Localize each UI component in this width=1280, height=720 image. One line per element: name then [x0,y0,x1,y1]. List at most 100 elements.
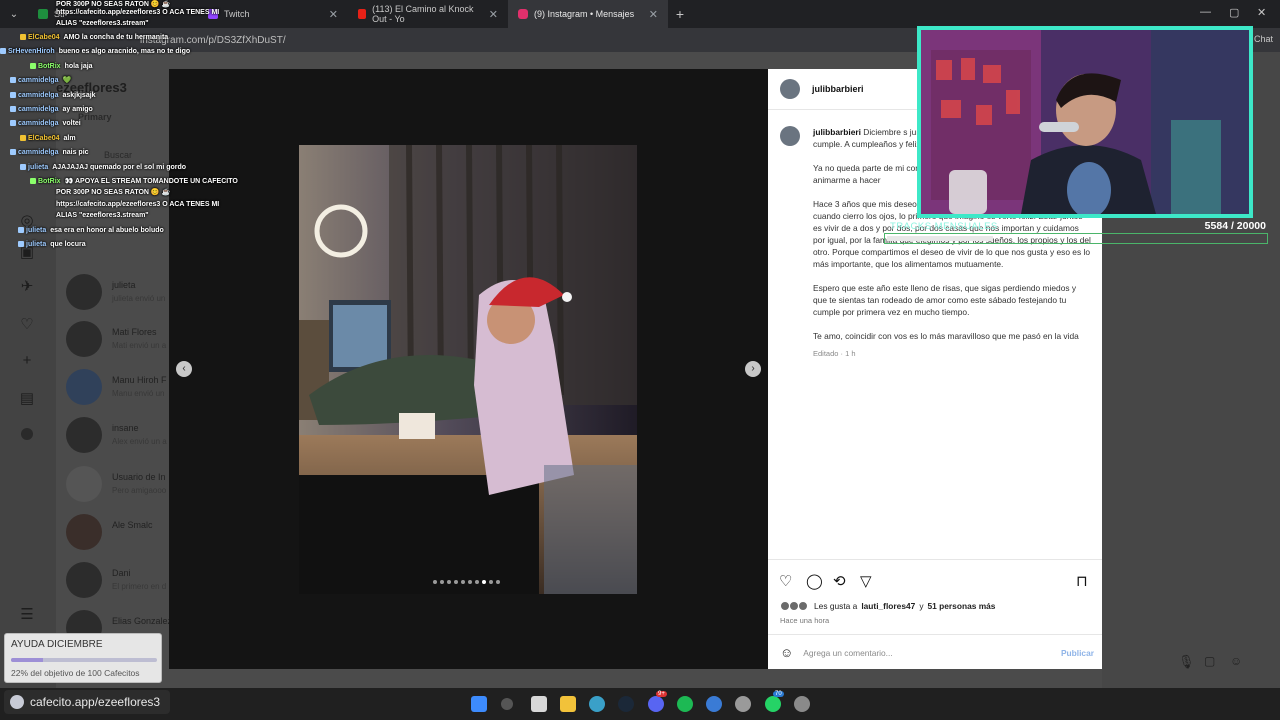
cafecito-logo-icon [10,695,24,709]
chat-button[interactable]: Chat [1254,34,1273,44]
carousel-dot[interactable] [475,580,479,584]
avatar [66,466,102,502]
conversation-item[interactable]: Mati Flores Mati envió un a [66,321,176,361]
chat-badge-icon [10,92,16,99]
post-author[interactable]: julibbarbieri [812,84,864,94]
repost-icon[interactable]: ⟲ [833,572,846,590]
donation-progress-bar [11,658,157,662]
app-icon[interactable] [706,696,722,712]
chat-username[interactable]: cammidelga [18,149,58,156]
windows-taskbar [0,688,1280,720]
chat-username[interactable]: SrHevenHiroh [8,48,55,55]
carousel-dot[interactable] [482,580,486,584]
chat-badge-icon [10,106,16,113]
chat-username[interactable]: ElCabe04 [28,135,60,142]
publish-button[interactable]: Publicar [1061,648,1094,658]
tab-instagram[interactable]: (9) Instagram • Mensajes ✕ [508,0,668,28]
minimize-icon[interactable]: — [1200,6,1211,18]
messages-icon[interactable]: ✈ [18,278,36,296]
chat-username[interactable]: julieta [26,227,46,234]
sticker-icon[interactable]: ☺ [1230,654,1242,668]
conversation-item[interactable]: Ale Smalc [66,514,176,554]
conversation-item[interactable]: insane Alex envió un a [66,417,176,457]
avatar[interactable] [780,79,800,99]
carousel-dot[interactable] [461,580,465,584]
donation-progress-fill [11,658,44,662]
microphone-icon[interactable]: 🎙 [1178,654,1195,670]
chat-message: julieta esa era en honor al abuelo boludo [18,226,164,235]
close-icon[interactable]: ✕ [329,8,338,21]
caption-author[interactable]: julibbarbieri [813,127,861,137]
carousel-indicator [433,580,500,584]
task-view-icon[interactable] [531,696,547,712]
carousel-dot[interactable] [447,580,451,584]
heart-icon[interactable]: ♡ [18,316,36,334]
close-icon[interactable]: ✕ [489,8,498,21]
chat-username[interactable]: julieta [26,241,46,248]
conversation-name: Dani [112,568,131,578]
chat-message: cammidelga askjkjsajk [10,91,96,100]
like-icon[interactable]: ♡ [779,572,792,590]
conversation-item[interactable]: julieta julieta envió un [66,274,176,314]
conversation-preview: julieta envió un [112,294,166,303]
search-icon[interactable] [501,698,513,710]
chat-text: ALIAS "ezeeflores3.stream" [56,212,149,219]
likes-summary: Les gusta a lauti_flores47 y 51 personas… [780,601,995,611]
divider [768,634,1102,635]
chatgpt-icon[interactable] [735,696,751,712]
likes-others[interactable]: 51 personas más [928,601,996,611]
chat-badge-icon [10,77,16,84]
share-icon[interactable]: ▽ [860,572,872,590]
chat-username[interactable]: ElCabe04 [28,34,60,41]
likes-user[interactable]: lauti_flores47 [861,601,915,611]
emoji-icon[interactable]: ☺ [780,645,793,660]
next-slide-button[interactable]: › [745,361,761,377]
chat-username[interactable]: BotRix [38,178,61,185]
chat-message: ALIAS "ezeeflores3.stream" [56,211,149,220]
donation-widget: AYUDA DICIEMBRE 22% del objetivo de 100 … [4,633,162,683]
chat-username[interactable]: julieta [28,164,48,171]
chat-username[interactable]: cammidelga [18,77,58,84]
create-icon[interactable]: + [18,352,36,370]
maximize-icon[interactable]: ▢ [1229,6,1239,19]
previous-slide-button[interactable]: ‹ [176,361,192,377]
avatar[interactable] [780,126,800,146]
conversation-item[interactable]: Manu Hiroh F Manu envió un [66,369,176,409]
tab-youtube[interactable]: (113) El Camino al Knock Out - Yo ✕ [348,0,508,28]
profile-icon[interactable] [21,428,33,440]
carousel-dot[interactable] [496,580,500,584]
menu-icon[interactable]: ☰ [18,606,36,624]
chat-username[interactable]: cammidelga [18,92,58,99]
chat-text: hola jaja [64,63,93,70]
whatsapp-icon[interactable] [765,696,781,712]
carousel-dot[interactable] [489,580,493,584]
spotify-icon[interactable] [677,696,693,712]
comment-icon[interactable]: ◯ [806,572,823,590]
folder-icon[interactable] [560,696,576,712]
steam-icon[interactable] [618,696,634,712]
conversation-preview: El primero en d [112,582,167,591]
chat-username[interactable]: cammidelga [18,120,58,127]
carousel-dot[interactable] [454,580,458,584]
webcam-feed [921,30,1249,214]
conversation-item[interactable]: Usuario de In Pero amigaooo [66,466,176,506]
browser-icon[interactable] [589,696,605,712]
close-window-icon[interactable]: ✕ [1257,6,1266,19]
chat-username[interactable]: BotRix [38,63,61,70]
tab-label: (9) Instagram • Mensajes [534,9,635,19]
bookmark-icon[interactable]: ⊓ [1076,572,1088,590]
windows-icon[interactable] [471,696,487,712]
discord-icon[interactable] [648,696,664,712]
settings-icon[interactable] [794,696,810,712]
close-icon[interactable]: ✕ [649,8,658,21]
image-icon[interactable]: ▢ [1204,654,1215,668]
dashboard-icon[interactable]: ▤ [18,390,36,408]
conversation-item[interactable]: Dani El primero en d [66,562,176,602]
chat-username[interactable]: cammidelga [18,106,58,113]
carousel-dot[interactable] [433,580,437,584]
comment-input[interactable]: Agrega un comentario... [803,648,892,658]
screen: ◎ ▣ ✈ ♡ + ▤ ☰ Primary Buscar ezeeflores3… [0,0,1280,720]
new-tab-button[interactable]: + [668,6,692,22]
carousel-dot[interactable] [440,580,444,584]
carousel-dot[interactable] [468,580,472,584]
